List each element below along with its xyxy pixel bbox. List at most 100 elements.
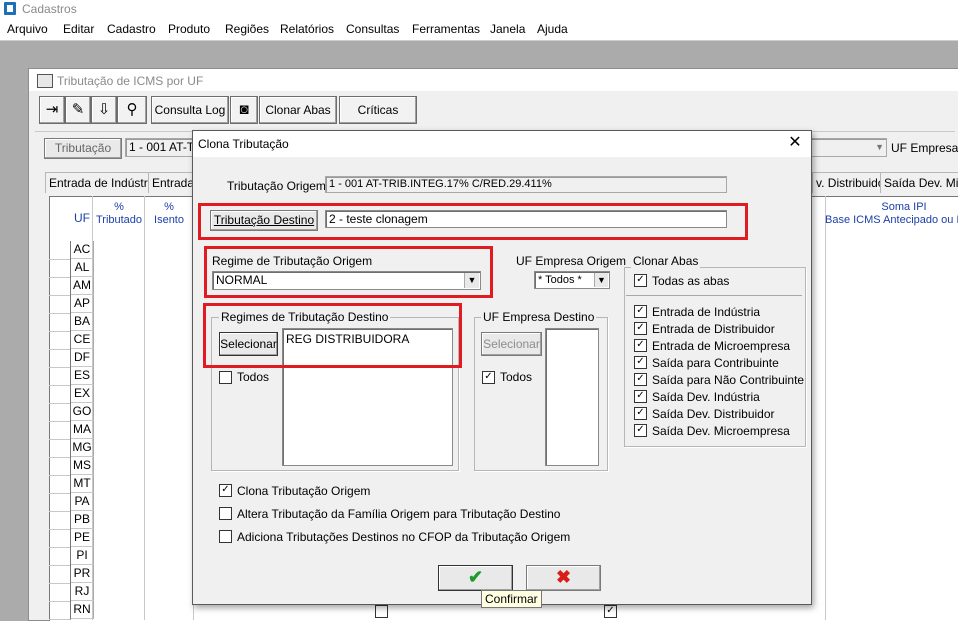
row-indicator[interactable] <box>49 511 71 530</box>
uf-cell[interactable]: EX <box>71 385 94 403</box>
row-indicator[interactable] <box>49 331 71 350</box>
menu-janela[interactable]: Janela <box>490 22 525 36</box>
aba-checkbox[interactable]: ✓ <box>634 407 647 420</box>
uf-cell[interactable]: MT <box>71 475 94 493</box>
camera-icon[interactable]: ◙ <box>230 96 258 124</box>
row-indicator[interactable] <box>49 601 71 620</box>
row-indicator[interactable] <box>49 565 71 584</box>
clonar-abas-button[interactable]: Clonar Abas <box>259 96 337 124</box>
menu-ajuda[interactable]: Ajuda <box>537 22 568 36</box>
row-indicator[interactable] <box>49 403 71 422</box>
grid-header-soma-ipi: Soma IPI <box>881 201 927 213</box>
uf-cell[interactable]: GO <box>71 403 94 421</box>
menu-cadastro[interactable]: Cadastro <box>107 22 156 36</box>
adiciona-cfop-checkbox[interactable] <box>219 530 232 543</box>
tributacao-origem-field[interactable]: 1 - 001 AT-TRIB.INTEG.17% C/RED.29.411% <box>325 176 727 193</box>
confirmar-tooltip: Confirmar <box>481 590 542 608</box>
uf-cell[interactable]: ES <box>71 367 94 385</box>
uf-cell[interactable]: CE <box>71 331 94 349</box>
menu-relatorios[interactable]: Relatórios <box>280 22 334 36</box>
aba-checkbox[interactable]: ✓ <box>634 339 647 352</box>
regime-origem-select[interactable]: NORMAL ▼ <box>212 271 481 290</box>
menu-editar[interactable]: Editar <box>63 22 94 36</box>
tributacao-field[interactable]: 1 - 001 AT-T <box>125 138 200 157</box>
import-icon[interactable]: ⇩ <box>91 96 117 124</box>
binoculars-icon[interactable]: ⚲ <box>117 96 147 124</box>
uf-todos-checkbox[interactable]: ✓ <box>482 371 495 384</box>
todas-abas-checkbox[interactable]: ✓ <box>634 274 647 287</box>
aba-checkbox[interactable]: ✓ <box>634 373 647 386</box>
criticas-button[interactable]: Críticas <box>339 96 417 124</box>
aba-checkbox[interactable]: ✓ <box>634 305 647 318</box>
adiciona-cfop-label: Adiciona Tributações Destinos no CFOP da… <box>237 530 571 544</box>
uf-cell[interactable]: RN <box>71 601 94 619</box>
row-indicator[interactable] <box>49 547 71 566</box>
cancel-button[interactable]: ✖ <box>526 565 601 591</box>
tributacao-destino-button[interactable]: Tributação Destino <box>210 210 318 231</box>
menu-regioes[interactable]: Regiões <box>225 22 269 36</box>
consulta-log-button[interactable]: Consulta Log <box>151 96 229 124</box>
menu-produto[interactable]: Produto <box>168 22 210 36</box>
grid-checkbox[interactable]: ✓ <box>604 605 617 618</box>
aba-checkbox[interactable]: ✓ <box>634 424 647 437</box>
menu-arquivo[interactable]: Arquivo <box>7 22 48 36</box>
uf-cell[interactable]: PI <box>71 547 94 565</box>
exit-icon[interactable]: ⇥ <box>39 96 65 124</box>
row-indicator[interactable] <box>49 421 71 440</box>
menu-ferramentas[interactable]: Ferramentas <box>412 22 480 36</box>
uf-cell[interactable]: PR <box>71 565 94 583</box>
uf-cell[interactable]: PA <box>71 493 94 511</box>
tab-entrada[interactable]: Entrada <box>148 172 199 193</box>
uf-cell[interactable]: AC <box>71 241 94 259</box>
row-indicator[interactable] <box>49 529 71 548</box>
close-icon[interactable]: ✕ <box>787 133 803 153</box>
uf-cell[interactable]: AP <box>71 295 94 313</box>
uf-cell[interactable]: AM <box>71 277 94 295</box>
row-indicator[interactable] <box>49 259 71 278</box>
uf-cell[interactable]: MS <box>71 457 94 475</box>
edit-icon[interactable]: ✎ <box>65 96 91 124</box>
chevron-down-icon[interactable]: ▼ <box>464 273 479 288</box>
grid-checkbox[interactable] <box>375 605 388 618</box>
row-indicator[interactable] <box>49 313 71 332</box>
clona-origem-checkbox[interactable]: ✓ <box>219 484 232 497</box>
uf-empresa-label: UF Empresa <box>891 141 958 155</box>
aba-checkbox[interactable]: ✓ <box>634 356 647 369</box>
uf-cell[interactable]: BA <box>71 313 94 331</box>
menu-consultas[interactable]: Consultas <box>346 22 399 36</box>
aba-checkbox[interactable]: ✓ <box>634 322 647 335</box>
row-indicator[interactable] <box>49 475 71 494</box>
aba-checkbox[interactable]: ✓ <box>634 390 647 403</box>
tab-entrada-industria[interactable]: Entrada de Indústria <box>45 172 162 193</box>
row-indicator[interactable] <box>49 295 71 314</box>
uf-cell[interactable]: AL <box>71 259 94 277</box>
uf-destino-list[interactable] <box>545 328 599 466</box>
row-indicator[interactable] <box>49 349 71 368</box>
tab-saida-dev-micro[interactable]: Saída Dev. Mic <box>880 172 958 193</box>
uf-cell[interactable]: MA <box>71 421 94 439</box>
row-indicator[interactable] <box>49 493 71 512</box>
uf-cell[interactable]: MG <box>71 439 94 457</box>
row-indicator[interactable] <box>49 439 71 458</box>
row-indicator[interactable] <box>49 241 71 260</box>
uf-cell[interactable]: PE <box>71 529 94 547</box>
uf-empresa-select[interactable]: ▼ <box>809 138 887 157</box>
clona-tributacao-dialog: Clona Tributação ✕ Tributação Origem 1 -… <box>192 130 812 608</box>
row-indicator[interactable] <box>49 583 71 602</box>
chevron-down-icon[interactable]: ▼ <box>594 273 608 287</box>
tributacao-button[interactable]: Tributação <box>44 138 122 159</box>
row-indicator[interactable] <box>49 367 71 386</box>
confirm-button[interactable]: ✔ <box>438 565 513 591</box>
highlight-regimes-destino <box>203 303 462 368</box>
tributacao-destino-field[interactable]: 2 - teste clonagem <box>325 210 727 228</box>
altera-familia-checkbox[interactable] <box>219 507 232 520</box>
uf-cell[interactable]: PB <box>71 511 94 529</box>
regimes-todos-checkbox[interactable] <box>219 371 232 384</box>
uf-cell[interactable]: RJ <box>71 583 94 601</box>
row-indicator[interactable] <box>49 457 71 476</box>
uf-selecionar-button[interactable]: Selecionar <box>481 332 542 356</box>
uf-cell[interactable]: DF <box>71 349 94 367</box>
uf-empresa-origem-select[interactable]: * Todos * ▼ <box>534 271 610 289</box>
row-indicator[interactable] <box>49 385 71 404</box>
row-indicator[interactable] <box>49 277 71 296</box>
